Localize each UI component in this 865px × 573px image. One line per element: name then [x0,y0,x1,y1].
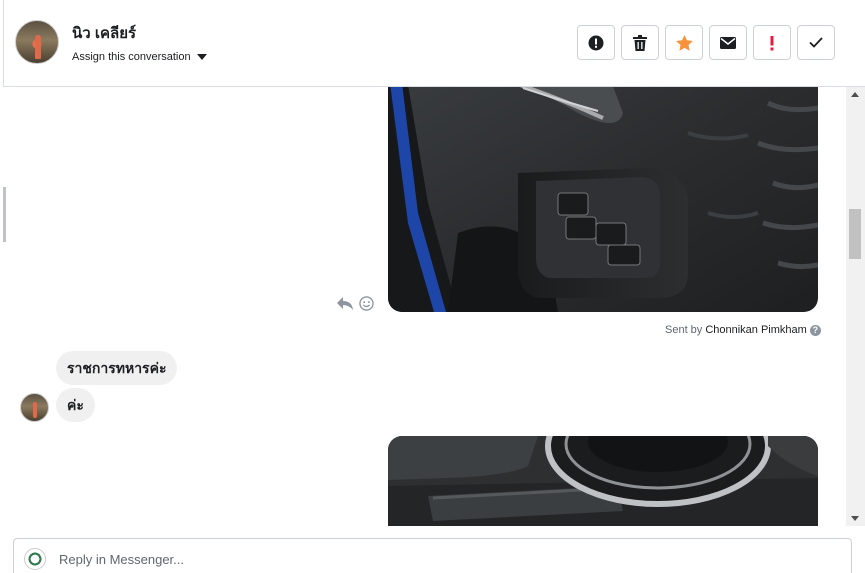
scroll-down-arrow-icon[interactable] [851,516,859,521]
mark-spam-button[interactable] [577,25,615,60]
photo-attachment-car-door[interactable] [388,87,818,312]
incoming-message-bubble[interactable]: ราชการทหารค่ะ [56,351,178,385]
star-icon [675,34,693,51]
page-avatar [24,548,46,570]
mark-unread-button[interactable] [709,25,747,60]
message-thread[interactable]: Sent by Chonnikan Pimkham ? ราชการทหารค่… [3,87,846,526]
scroll-up-arrow-icon[interactable] [851,92,859,97]
envelope-icon [720,36,736,49]
thread-scrollbar[interactable] [846,87,865,526]
reply-icon[interactable] [337,296,353,311]
air-vent-photo [388,436,818,526]
caret-down-icon [196,54,207,60]
trash-icon [633,34,647,51]
scrollbar-thumb[interactable] [849,209,861,259]
car-door-photo [388,87,818,312]
star-button[interactable] [665,25,703,60]
photo-attachment-air-vent[interactable] [388,436,818,526]
message-actions [337,296,374,311]
mark-done-button[interactable] [797,25,835,60]
exclamation-icon [770,35,774,50]
follow-up-button[interactable] [753,25,791,60]
sent-by-name: Chonnikan Pimkham [705,324,807,336]
assign-label: Assign this conversation [72,51,191,63]
sent-by-info: Sent by Chonnikan Pimkham ? [665,324,821,336]
alert-circle-icon [588,35,604,50]
incoming-message-bubble[interactable]: ค่ะ [56,388,95,422]
emoji-icon[interactable] [359,296,374,311]
check-icon [809,37,823,48]
conversation-toolbar [577,25,835,60]
thread-left-rail [3,187,6,242]
question-icon[interactable]: ? [809,324,821,336]
delete-button[interactable] [621,25,659,60]
contact-avatar[interactable] [15,20,59,64]
reply-input[interactable] [59,549,819,569]
sent-by-prefix: Sent by [665,324,703,336]
sender-avatar [20,393,49,422]
reply-composer [13,538,852,573]
contact-name: นิว เคลียร์ [72,25,137,42]
assign-conversation-dropdown[interactable]: Assign this conversation [72,51,207,63]
